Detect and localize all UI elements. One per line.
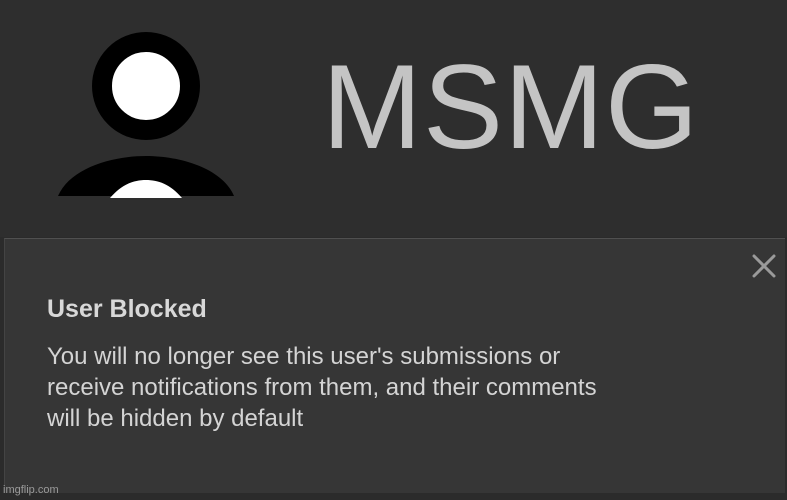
toast-message-line: receive notifications from them, and the… (47, 374, 597, 401)
profile-header: MSMG (0, 0, 787, 237)
user-silhouette-icon (52, 30, 240, 202)
close-button[interactable] (751, 253, 777, 279)
toast-message-line: You will no longer see this user's submi… (47, 343, 561, 370)
toast-message-line: will be hidden by default (47, 405, 304, 432)
username: MSMG (322, 40, 700, 174)
user-blocked-toast: User Blocked You will no longer see this… (4, 238, 785, 493)
toast-message: You will no longer see this user's submi… (47, 341, 767, 434)
watermark: imgflip.com (3, 484, 59, 496)
toast-title: User Blocked (47, 295, 207, 323)
close-icon[interactable] (751, 253, 777, 279)
